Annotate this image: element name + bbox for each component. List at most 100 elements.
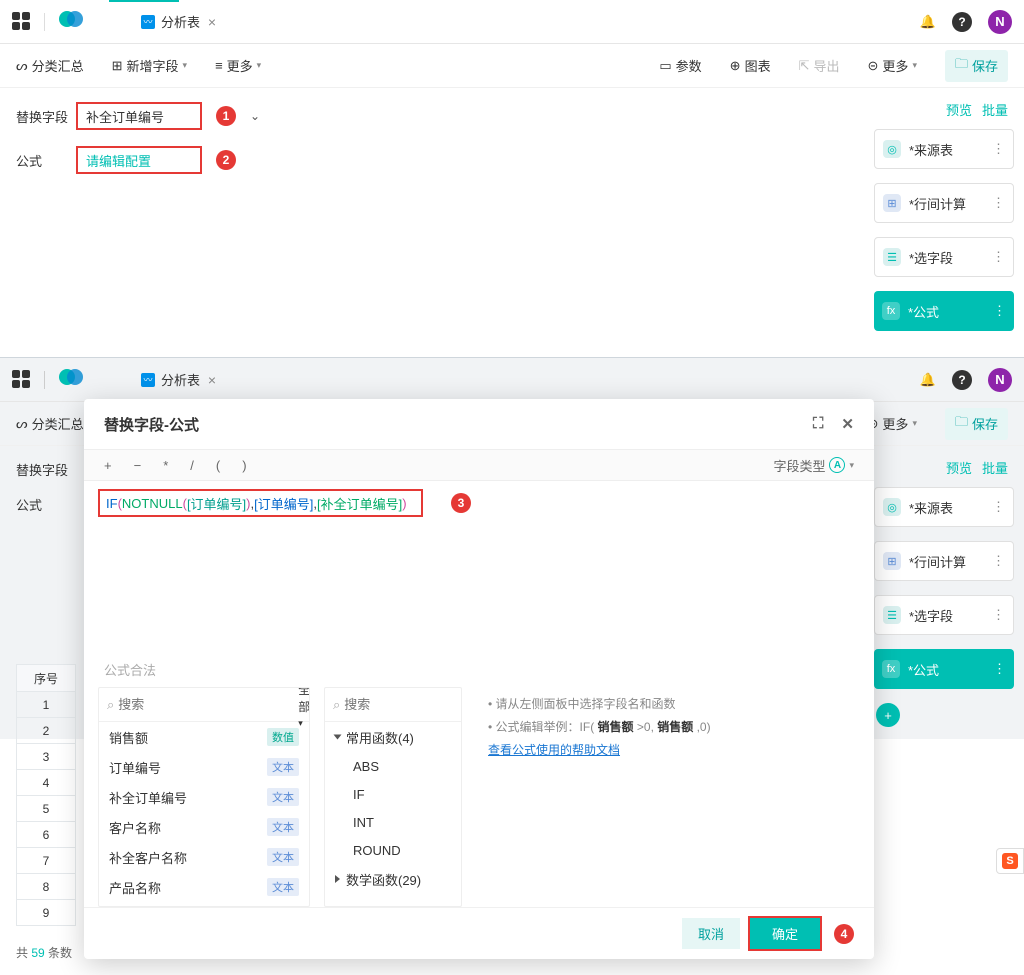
more-icon: ⋮ <box>993 303 1006 319</box>
config-panel: 替换字段 补全订单编号 1 ⌄ 公式 请编辑配置 2 预览批量 ◎*来源表⋮ ⊞… <box>0 88 1024 357</box>
fn-item[interactable]: IF <box>325 780 461 808</box>
table-row: 6 <box>16 822 76 848</box>
fn-item[interactable]: ABS <box>325 752 461 780</box>
screen-1: 〰 分析表 × 🔔 ? N ᔕ 分类汇总 ⊞ 新增字段 ▾ ≡ 更多 ▾ ▭ 参… <box>0 0 1024 357</box>
field-list-panel: ⌕ 全部 ▾ 销售额数值订单编号文本补全订单编号文本客户名称文本补全客户名称文本… <box>98 687 310 907</box>
field-item[interactable]: 客户名称文本 <box>99 812 309 842</box>
op-minus[interactable]: − <box>134 458 142 473</box>
formula-label: 公式 <box>16 151 76 170</box>
node-rowcalc[interactable]: ⊞*行间计算⋮ <box>874 541 1014 581</box>
node-select[interactable]: ☰*选字段⋮ <box>874 595 1014 635</box>
fn-search-input[interactable] <box>344 697 462 712</box>
chevron-down-icon[interactable]: ⌄ <box>250 109 260 123</box>
more2-button[interactable]: ⊝ 更多 ▾ <box>868 414 917 433</box>
node-formula[interactable]: fx*公式⋮ <box>874 291 1014 331</box>
replace-field-label: 替换字段 <box>16 107 76 126</box>
target-icon: ◎ <box>883 140 901 158</box>
type-icon[interactable]: A <box>829 457 845 473</box>
tab-analysis-2[interactable]: 〰 分析表 × <box>129 358 224 402</box>
fn-item[interactable]: INT <box>325 808 461 836</box>
logo-icon[interactable] <box>59 11 81 33</box>
ime-indicator[interactable]: S <box>996 848 1024 874</box>
node-select[interactable]: ☰*选字段⋮ <box>874 237 1014 277</box>
step-badge-1: 1 <box>216 106 236 126</box>
search-icon: ⌕ <box>107 697 114 713</box>
table-row: 3 <box>16 744 76 770</box>
help-icon[interactable]: ? <box>952 12 972 32</box>
fn-item[interactable]: ROUND <box>325 836 461 864</box>
fn-group-common[interactable]: 常用函数(4) <box>325 722 461 752</box>
formula-config-input[interactable]: 请编辑配置 <box>76 146 202 174</box>
field-item[interactable]: 产品名称文本 <box>99 872 309 902</box>
avatar[interactable]: N <box>988 368 1012 392</box>
close-icon[interactable]: × <box>208 372 216 388</box>
field-item[interactable]: 补全客户名称文本 <box>99 842 309 872</box>
grid-icon: ⊞ <box>883 194 901 212</box>
params-button[interactable]: ▭ 参数 <box>659 56 701 75</box>
help-icon[interactable]: ? <box>952 370 972 390</box>
bell-icon[interactable]: 🔔 <box>920 372 936 388</box>
avatar[interactable]: N <box>988 10 1012 34</box>
help-link[interactable]: 查看公式使用的帮助文档 <box>488 743 620 757</box>
topbar-2: 〰 分析表 × 🔔 ? N <box>0 358 1024 402</box>
chart-icon: 〰 <box>141 373 155 387</box>
apps-icon[interactable] <box>12 12 32 32</box>
hint-panel: • 请从左侧面板中选择字段名和函数 • 公式编辑举例：IF( 销售额 >0, 销… <box>476 687 860 907</box>
save-button[interactable]: 🗀 保存 <box>945 50 1008 82</box>
node-source[interactable]: ◎*来源表⋮ <box>874 129 1014 169</box>
group-button[interactable]: ᔕ 分类汇总 <box>16 414 84 433</box>
cancel-button[interactable]: 取消 <box>682 918 740 949</box>
field-search-input[interactable] <box>118 697 294 712</box>
op-rparen[interactable]: ) <box>242 458 246 473</box>
batch-link[interactable]: 批量 <box>982 103 1008 118</box>
add-node-button[interactable]: + <box>876 703 900 727</box>
more2-button[interactable]: ⊝ 更多 ▾ <box>868 56 917 75</box>
node-rowcalc[interactable]: ⊞*行间计算⋮ <box>874 183 1014 223</box>
formula-valid-hint: 公式合法 <box>84 660 874 679</box>
table-row: 8 <box>16 874 76 900</box>
node-source[interactable]: ◎*来源表⋮ <box>874 487 1014 527</box>
expand-icon[interactable]: ⛶ <box>813 415 824 433</box>
table-header: 序号 <box>16 664 76 692</box>
close-icon[interactable]: ✕ <box>841 415 854 433</box>
replace-field-select[interactable]: 补全订单编号 <box>76 102 202 130</box>
formula-editor[interactable]: IF(NOTNULL([订单编号]),[订单编号],[补全订单编号]) <box>98 489 423 517</box>
more-icon: ⋮ <box>992 195 1005 211</box>
step-badge-3: 3 <box>451 493 471 513</box>
op-lparen[interactable]: ( <box>216 458 220 473</box>
field-item[interactable]: 销售额数值 <box>99 722 309 752</box>
pipeline-sidebar-2: 预览批量 ◎*来源表⋮ ⊞*行间计算⋮ ☰*选字段⋮ fx*公式⋮ + <box>864 446 1024 739</box>
fn-group-math[interactable]: 数学函数(29) <box>325 864 461 894</box>
newfield-button[interactable]: ⊞ 新增字段 ▾ <box>112 56 187 75</box>
op-mul[interactable]: * <box>163 458 168 473</box>
close-icon[interactable]: × <box>208 14 216 30</box>
apps-icon[interactable] <box>12 370 32 390</box>
formula-modal: 替换字段-公式 ⛶ ✕ + − * / ( ) 字段类型 A ▾ IF(NOTN… <box>84 399 874 959</box>
list-icon: ☰ <box>883 248 901 266</box>
bell-icon[interactable]: 🔔 <box>920 14 936 30</box>
table-row: 7 <box>16 848 76 874</box>
table-row: 2 <box>16 718 76 744</box>
data-table: 序号 123456789 <box>16 664 76 926</box>
node-formula[interactable]: fx*公式⋮ <box>874 649 1014 689</box>
field-item[interactable]: 订单编号文本 <box>99 752 309 782</box>
group-button[interactable]: ᔕ 分类汇总 <box>16 56 84 75</box>
function-list-panel: ⌕ 常用函数(4) ABSIFINTROUND 数学函数(29) <box>324 687 462 907</box>
preview-link[interactable]: 预览 <box>946 103 972 118</box>
more-icon: ⋮ <box>992 249 1005 265</box>
chart-icon: 〰 <box>141 15 155 29</box>
table-row: 1 <box>16 692 76 718</box>
field-item[interactable]: 补全订单编号文本 <box>99 782 309 812</box>
chart-button[interactable]: ⊕ 图表 <box>730 56 771 75</box>
op-plus[interactable]: + <box>104 458 112 473</box>
save-button[interactable]: 🗀 保存 <box>945 408 1008 440</box>
step-badge-2: 2 <box>216 150 236 170</box>
ok-button[interactable]: 确定 <box>748 916 822 951</box>
step-badge-4: 4 <box>834 924 854 944</box>
table-footer: 共 59 条数 <box>16 944 72 961</box>
toolbar: ᔕ 分类汇总 ⊞ 新增字段 ▾ ≡ 更多 ▾ ▭ 参数 ⊕ 图表 ⇱ 导出 ⊝ … <box>0 44 1024 88</box>
logo-icon[interactable] <box>59 369 81 391</box>
tab-analysis[interactable]: 〰 分析表 × <box>129 0 224 44</box>
op-div[interactable]: / <box>190 458 194 473</box>
more-button[interactable]: ≡ 更多 ▾ <box>215 56 261 75</box>
